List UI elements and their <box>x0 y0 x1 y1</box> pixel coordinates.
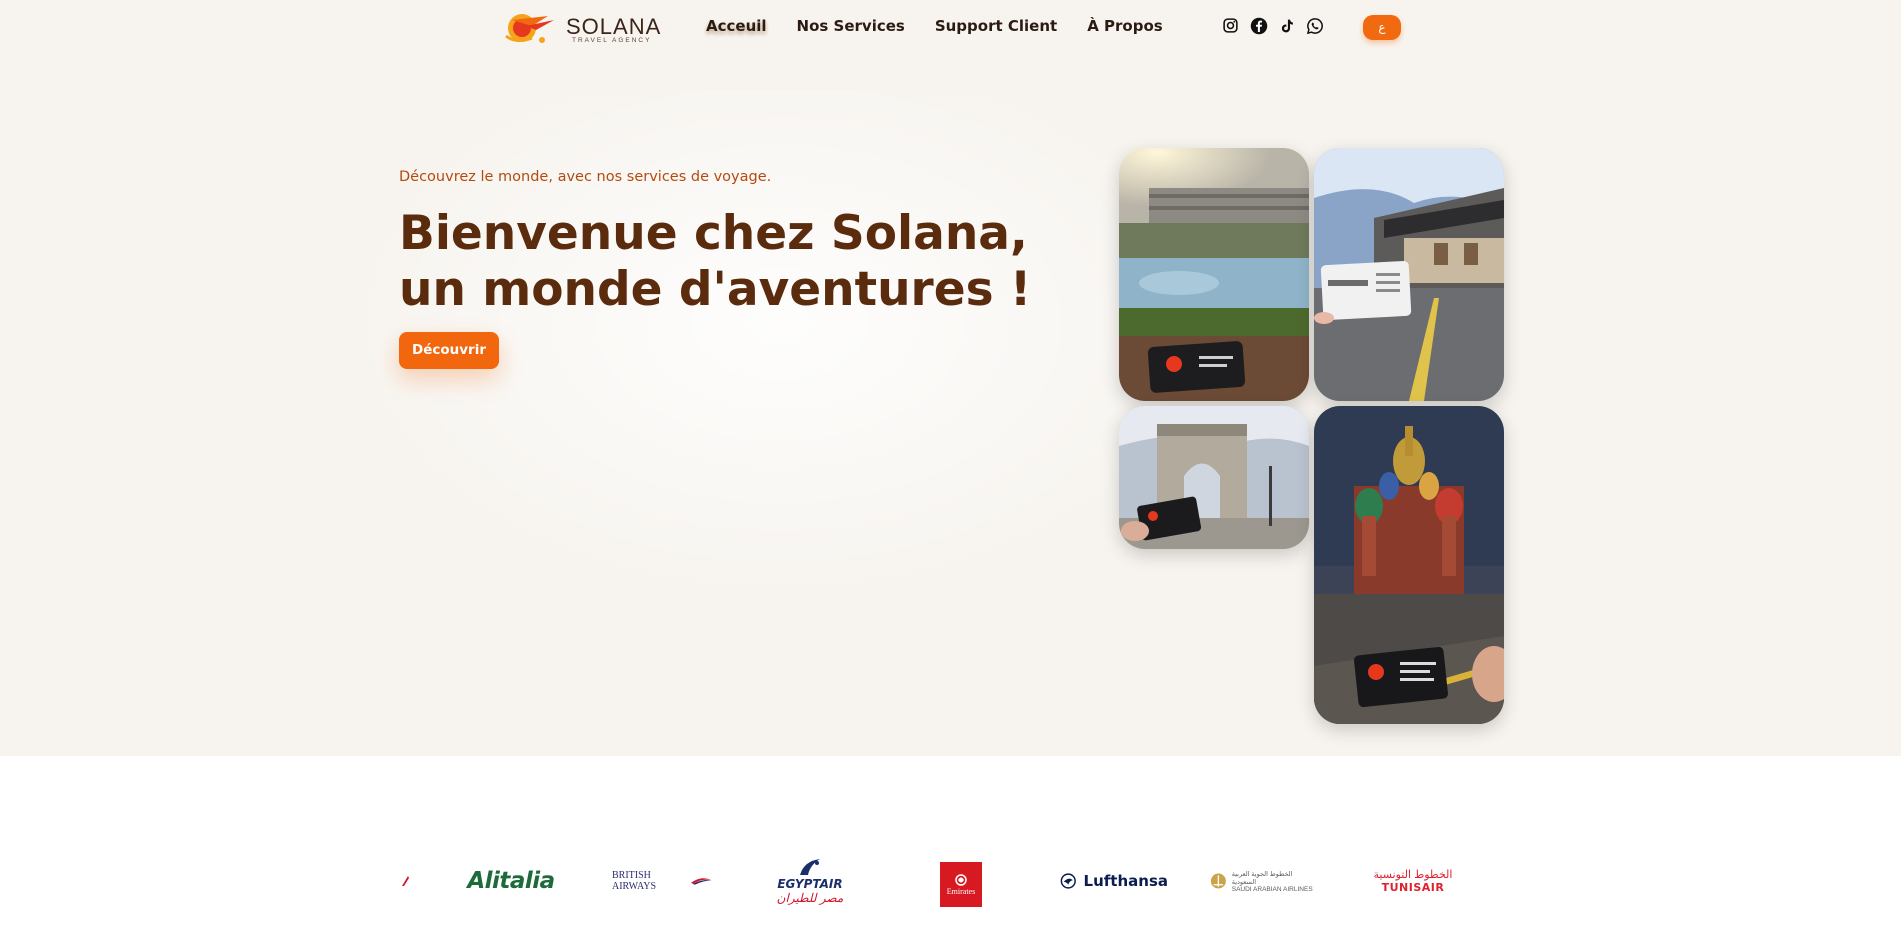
brand-subtitle: TRAVEL AGENCY <box>572 37 652 44</box>
hero-tagline: Découvrez le monde, avec nos services de… <box>399 169 772 185</box>
site-header: SOLANA TRAVEL AGENCY Acceuil Nos Service… <box>0 0 1901 54</box>
british-airways-text: BRITISH AIRWAYS <box>612 870 657 892</box>
nav-item-a-propos[interactable]: À Propos <box>1087 17 1163 35</box>
language-toggle-button[interactable]: ع <box>1363 15 1401 40</box>
saudia-arabic-text: الخطوط الجوية العربية السعودية <box>1231 870 1293 886</box>
saudia-logo: الخطوط الجوية العربية السعودية SAUDI ARA… <box>1209 856 1313 906</box>
hero-section <box>0 0 1901 756</box>
lufthansa-text: Lufthansa <box>1083 872 1168 890</box>
airline-partners-strip: Alitalia BRITISH AIRWAYS EGYPTAIR مصر لل… <box>0 756 1901 933</box>
whatsapp-icon[interactable] <box>1305 16 1324 35</box>
tunisair-text: TUNISAIR <box>1381 881 1445 894</box>
crane-icon <box>1060 873 1076 889</box>
hero-headline-line1: Bienvenue chez Solana, <box>399 206 1028 261</box>
emirates-text: Emirates <box>946 887 976 896</box>
partial-airline-logo <box>400 856 410 906</box>
emirates-logo: Emirates <box>940 862 982 907</box>
nav-item-acceuil[interactable]: Acceuil <box>706 17 767 35</box>
egyptair-logo: EGYPTAIR مصر للطيران <box>775 856 845 906</box>
resort-pool-photo <box>1119 148 1309 401</box>
british-airways-logo: BRITISH AIRWAYS <box>612 856 712 906</box>
tunisair-arabic-text: الخطوط التونسية <box>1373 869 1453 881</box>
discover-button[interactable]: Découvrir <box>399 332 499 369</box>
sun-plane-logo-icon <box>505 14 554 43</box>
nav-item-nos-services[interactable]: Nos Services <box>797 17 905 35</box>
egyptair-text: EGYPTAIR <box>777 877 843 891</box>
saudia-text: SAUDI ARABIAN AIRLINES <box>1231 885 1313 893</box>
hero-headline: Bienvenue chez Solana, un monde d'aventu… <box>399 206 1039 318</box>
palm-swords-icon <box>1210 873 1226 889</box>
alitalia-logo: Alitalia <box>467 868 555 894</box>
emirates-emblem-icon <box>955 874 967 886</box>
egyptair-arabic-text: مصر للطيران <box>776 891 844 905</box>
tunisair-logo: الخطوط التونسية TUNISAIR <box>1363 856 1463 906</box>
facebook-icon[interactable] <box>1249 16 1268 35</box>
hero-headline-line2: un monde d'aventures ! <box>399 262 1032 317</box>
social-links <box>1221 16 1324 35</box>
korean-village-photo <box>1314 148 1504 401</box>
tiktok-icon[interactable] <box>1277 16 1296 35</box>
instagram-icon[interactable] <box>1221 16 1240 35</box>
nav-item-support-client[interactable]: Support Client <box>935 17 1057 35</box>
brand-logo[interactable]: SOLANA TRAVEL AGENCY <box>502 6 660 48</box>
horus-icon <box>800 859 820 875</box>
main-nav: Acceuil Nos Services Support Client À Pr… <box>706 17 1193 35</box>
saint-basil-cathedral-photo <box>1314 406 1504 724</box>
speedmarque-icon <box>691 878 712 885</box>
arc-de-triomphe-photo <box>1119 406 1309 549</box>
lufthansa-logo: Lufthansa <box>1060 856 1168 906</box>
page: SOLANA TRAVEL AGENCY Acceuil Nos Service… <box>0 0 1901 933</box>
